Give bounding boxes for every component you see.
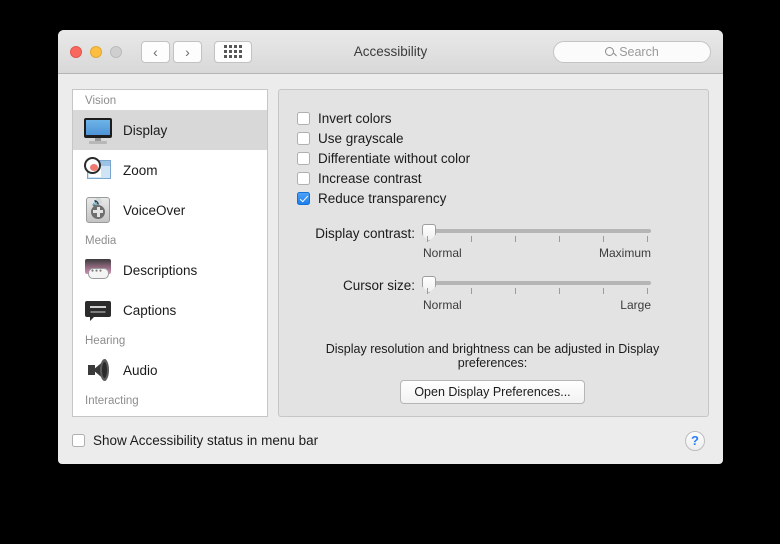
chevron-right-icon: › [185,43,190,60]
sidebar-item-label: VoiceOver [123,202,186,218]
open-display-preferences-button[interactable]: Open Display Preferences... [400,380,585,404]
slider-min-label: Normal [423,298,462,312]
slider-min-label: Normal [423,246,462,260]
voiceover-icon: 🔊 [83,195,113,225]
audio-icon [83,355,113,385]
checkbox-label: Differentiate without color [318,150,471,166]
traffic-lights [70,45,122,58]
show-all-preferences-button[interactable] [214,40,252,63]
sidebar-group-media: Media [85,235,117,247]
back-button[interactable]: ‹ [141,40,170,63]
checkbox-label: Use grayscale [318,130,404,146]
checkbox-label: Show Accessibility status in menu bar [93,433,319,448]
sidebar-item-label: Captions [123,302,177,318]
close-button[interactable] [70,45,82,58]
checkbox-invert-colors[interactable]: Invert colors [297,108,688,128]
sidebar-item-voiceover[interactable]: 🔊 VoiceOver [73,190,267,230]
checkbox-reduce-transparency[interactable]: Reduce transparency [297,188,688,208]
display-contrast-slider[interactable]: Normal Maximum [422,224,651,260]
sidebar[interactable]: Vision Display Zoom 🔊 VoiceOver Media ●●… [72,89,268,417]
slider-track[interactable] [423,229,651,233]
sidebar-group-hearing: Hearing [85,335,126,347]
checkbox-show-accessibility-status[interactable]: Show Accessibility status in menu bar [72,431,318,451]
search-input[interactable]: Search [553,40,711,63]
sidebar-item-descriptions[interactable]: Descriptions [73,250,267,290]
chevron-left-icon: ‹ [153,43,158,60]
zoom-button[interactable] [110,45,122,58]
display-settings-panel: Invert colors Use grayscale Differentiat… [278,89,709,417]
slider-ticks [423,236,651,245]
checkbox-box[interactable] [297,151,310,165]
captions-icon [83,295,113,325]
sidebar-item-label: Zoom [123,162,158,178]
forward-button[interactable]: › [173,40,202,63]
slider-end-labels: Normal Large [423,298,651,312]
grid-icon [224,45,242,58]
minimize-button[interactable] [90,45,102,58]
checkbox-use-grayscale[interactable]: Use grayscale [297,128,688,148]
navigation-buttons: ‹ › [141,40,252,63]
checkbox-label: Increase contrast [318,170,422,186]
sidebar-item-label: Audio [123,362,158,378]
cursor-size-label: Cursor size: [342,278,415,293]
search-placeholder: Search [619,44,659,59]
sidebar-item-captions[interactable]: Captions [73,290,267,330]
checkbox-increase-contrast[interactable]: Increase contrast [297,168,688,188]
window-footer: Show Accessibility status in menu bar ? [58,417,723,464]
sidebar-item-zoom[interactable]: Zoom [73,150,267,190]
open-display-preferences-wrap: Open Display Preferences... [297,380,688,404]
checkbox-differentiate-without-color[interactable]: Differentiate without color [297,148,688,168]
slider-max-label: Maximum [598,246,651,260]
display-contrast-label: Display contrast: [315,226,415,241]
accessibility-preferences-window: ‹ › Accessibility Search Vision Display … [58,30,723,464]
slider-end-labels: Normal Maximum [423,246,651,260]
slider-track[interactable] [423,281,651,285]
cursor-size-slider-row: Cursor size: Normal Large [297,276,688,312]
sidebar-group-vision: Vision [85,95,117,107]
search-icon [605,47,615,56]
slider-ticks [423,288,651,297]
cursor-size-slider[interactable]: Normal Large [422,276,651,312]
checkbox-label: Invert colors [318,110,392,126]
help-button[interactable]: ? [685,430,705,451]
descriptions-icon [83,255,113,285]
display-contrast-slider-row: Display contrast: Normal Maximum [297,224,688,260]
checkbox-box[interactable] [297,111,310,125]
display-icon [83,115,113,145]
sidebar-group-interacting: Interacting [85,395,139,407]
checkbox-box[interactable] [297,171,310,185]
display-preferences-note: Display resolution and brightness can be… [325,342,660,370]
question-mark-icon: ? [691,433,699,448]
checkbox-label: Reduce transparency [318,190,447,206]
sidebar-item-display[interactable]: Display [73,110,267,150]
window-titlebar: ‹ › Accessibility Search [58,30,723,74]
sidebar-item-label: Display [123,122,168,138]
checkbox-box[interactable] [297,131,310,145]
sidebar-item-label: Descriptions [123,262,198,278]
sidebar-item-audio[interactable]: Audio [73,350,267,390]
checkbox-box[interactable] [297,191,310,205]
zoom-icon [83,155,113,185]
slider-max-label: Large [620,298,651,312]
checkbox-box[interactable] [72,434,85,447]
window-body: Vision Display Zoom 🔊 VoiceOver Media ●●… [58,74,723,417]
